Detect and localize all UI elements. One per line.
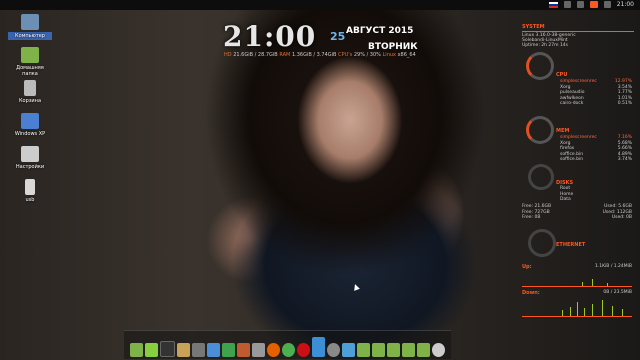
ram-value: 1.36GiB / 3.74GiB	[291, 52, 337, 58]
disks-ring	[528, 164, 554, 190]
terminal-icon[interactable]	[160, 341, 175, 357]
desktop-icon-usb[interactable]: usb	[8, 179, 52, 203]
hd-label: HD	[224, 52, 232, 58]
disk-usage-row: Free: 0B Used: 0B	[522, 215, 632, 220]
desktop-icon-label: Настройки	[15, 164, 45, 170]
top-panel: 21:00	[0, 0, 640, 10]
folder-icon[interactable]	[417, 343, 430, 357]
disk-usage: Free: 21.6GB Used: 5.6GB Free: 727GB Used:…	[522, 204, 632, 221]
panel-clock[interactable]: 21:00	[617, 1, 634, 8]
image-viewer-icon[interactable]	[312, 337, 325, 357]
mem-ring	[526, 116, 554, 144]
power-icon[interactable]	[603, 1, 611, 8]
settings-icon	[21, 146, 39, 162]
clock-weekday: ВТОРНИК	[368, 42, 418, 52]
desktop-icon-windows-xp[interactable]: Windows XP	[8, 113, 52, 137]
network-icon[interactable]	[342, 343, 355, 357]
ethernet-title: ETHERNET	[556, 242, 586, 248]
network-icon[interactable]	[563, 1, 571, 8]
desktop-icon-label: Домашняя папка	[16, 65, 44, 77]
cpu-title: CPU	[556, 72, 568, 78]
uptime-info: Uptime: 2h 27m 14s	[522, 43, 569, 48]
settings-icon[interactable]	[252, 343, 265, 357]
presentation-icon[interactable]	[237, 343, 250, 357]
divider	[522, 31, 634, 32]
desktop-icon-settings[interactable]: Настройки	[8, 146, 52, 170]
os-value: x86_64	[397, 52, 416, 58]
desktop-icon-trash[interactable]: Корзина	[8, 80, 52, 104]
system-info-line: HD 21.6GiB / 28.7GiB RAM 1.36GiB / 3.74G…	[224, 52, 416, 58]
flag-icon[interactable]	[548, 1, 558, 8]
download-graph	[522, 298, 632, 317]
clock-day: 25	[330, 30, 346, 43]
process-row: cairo-dock 0.51%	[560, 101, 632, 106]
windows-xp-icon	[21, 113, 39, 129]
cpu-process-list: simplescreenrec 12.97% Xorg 3.54% pulseaud…	[560, 79, 632, 107]
folder-icon[interactable]	[357, 343, 370, 357]
disk-row: Data	[560, 197, 571, 202]
system-settings-icon[interactable]	[432, 343, 445, 357]
folder-icon[interactable]	[387, 343, 400, 357]
cpu-label: CPU's	[338, 52, 353, 58]
dock	[124, 330, 451, 359]
text-editor-icon[interactable]	[177, 343, 190, 357]
folder-icon[interactable]	[402, 343, 415, 357]
system-tray: 21:00	[548, 1, 634, 8]
firefox-icon[interactable]	[267, 343, 280, 357]
clock-month: АВГУСТ 2015	[346, 26, 414, 36]
computer-icon	[21, 14, 39, 30]
hd-value: 21.6GiB / 28.7GiB	[233, 52, 278, 58]
trash-icon	[24, 80, 36, 96]
battery-icon[interactable]	[576, 1, 584, 8]
desktop-icon-home[interactable]: Домашняя папка	[8, 47, 52, 77]
desktop-icon-label: usb	[25, 197, 35, 203]
disks-list: Root Home Data	[560, 186, 632, 203]
desktop-icon-label: Корзина	[18, 98, 42, 104]
conky-monitor: SYSTEM Linux 3.16.0-38-generic Solebandi…	[522, 24, 634, 324]
desktop-icon-label: Windows XP	[14, 131, 46, 137]
cpu-value: 29% / 30%	[353, 52, 381, 58]
download-row: Down: 0B / 23.5MiB	[522, 290, 632, 296]
mem-title: MEM	[556, 128, 570, 134]
ethernet-ring	[528, 229, 556, 257]
ram-label: RAM	[279, 52, 291, 58]
opera-icon[interactable]	[297, 343, 310, 357]
upload-graph	[522, 272, 632, 287]
desktop-icon-label: Компьютер	[8, 32, 52, 40]
screen-recorder-icon[interactable]	[327, 343, 340, 357]
os-label: Linux	[382, 52, 396, 58]
file-manager-icon[interactable]	[130, 343, 143, 357]
process-row: soffice.bin 3.74%	[560, 157, 632, 162]
mem-process-list: simplescreenrec 7.16% Xorg 5.68% firefox 5.…	[560, 135, 632, 163]
calculator-icon[interactable]	[192, 343, 205, 357]
cpu-ring	[526, 52, 554, 80]
usb-drive-icon	[25, 179, 35, 195]
system-title: SYSTEM	[522, 24, 545, 30]
spreadsheet-icon[interactable]	[222, 343, 235, 357]
home-folder-icon	[21, 47, 39, 63]
clock-time: 21:00	[223, 20, 317, 53]
linux-mint-icon[interactable]	[145, 343, 158, 357]
upload-row: Up: 1.1KiB / 1.24MiB	[522, 264, 632, 270]
folder-icon[interactable]	[372, 343, 385, 357]
chrome-icon[interactable]	[282, 343, 295, 357]
document-icon[interactable]	[207, 343, 220, 357]
app-icon[interactable]	[589, 1, 598, 8]
desktop-icon-computer[interactable]: Компьютер	[8, 14, 52, 40]
